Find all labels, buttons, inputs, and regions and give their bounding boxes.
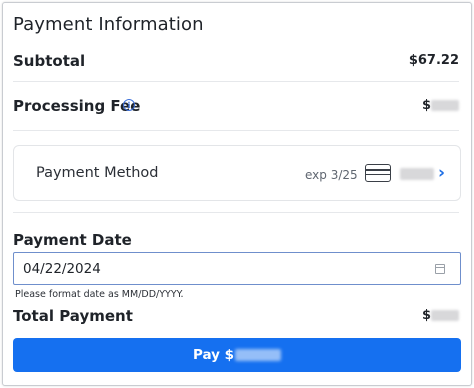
divider bbox=[13, 130, 459, 131]
subtotal-label: Subtotal bbox=[13, 52, 86, 70]
total-payment-label: Total Payment bbox=[13, 307, 133, 325]
info-icon[interactable]: i bbox=[123, 99, 135, 111]
redacted-amount bbox=[235, 349, 282, 361]
processing-fee-label: Processing Fee bbox=[13, 97, 141, 115]
calendar-icon[interactable] bbox=[435, 264, 445, 274]
total-payment-currency: $ bbox=[421, 308, 431, 323]
pay-button[interactable]: Pay $ bbox=[13, 338, 461, 372]
processing-fee-value: $ bbox=[422, 98, 459, 113]
card-expiry: exp 3/25 bbox=[305, 168, 358, 182]
divider bbox=[13, 212, 459, 213]
total-payment-value: $ bbox=[422, 308, 459, 323]
chevron-right-icon[interactable]: › bbox=[438, 164, 445, 182]
redacted-card-number bbox=[400, 168, 434, 180]
subtotal-value: $67.22 bbox=[408, 53, 459, 68]
payment-date-label: Payment Date bbox=[13, 231, 132, 249]
payment-method-label: Payment Method bbox=[36, 165, 159, 181]
redacted-amount bbox=[431, 310, 459, 321]
divider bbox=[13, 81, 459, 82]
panel-title: Payment Information bbox=[13, 14, 204, 35]
pay-button-label: Pay $ bbox=[192, 347, 235, 363]
payment-information-panel: Payment Information Subtotal $67.22 Proc… bbox=[2, 2, 472, 386]
payment-method-selector[interactable]: Payment Method exp 3/25 › bbox=[13, 145, 461, 201]
redacted-amount bbox=[431, 100, 459, 111]
credit-card-icon bbox=[365, 164, 391, 182]
processing-fee-currency: $ bbox=[421, 98, 431, 113]
date-format-hint: Please format date as MM/DD/YYYY. bbox=[15, 289, 184, 300]
payment-date-input[interactable] bbox=[13, 252, 461, 285]
